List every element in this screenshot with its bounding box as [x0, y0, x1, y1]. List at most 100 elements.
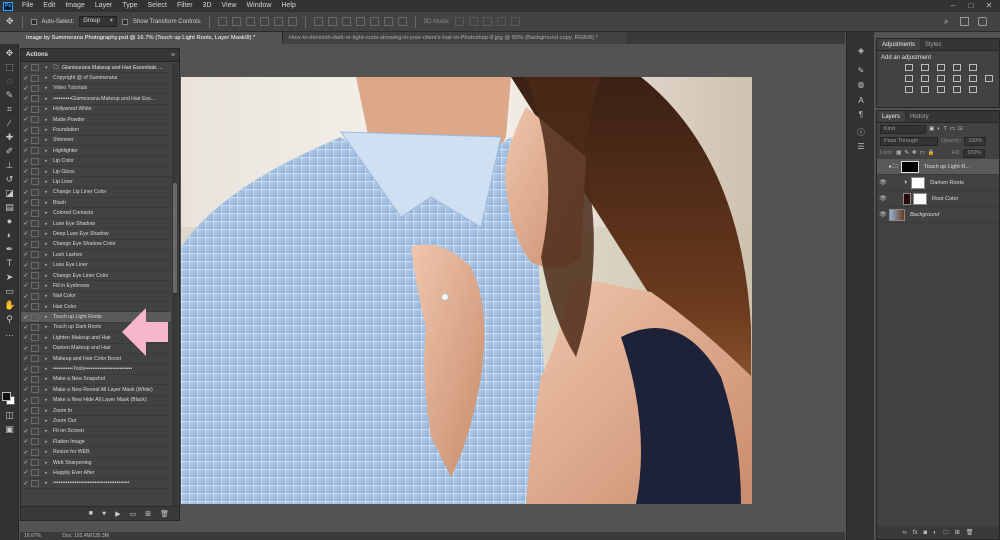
chevron-right-icon[interactable]: ▸ — [45, 241, 53, 247]
layer-row[interactable]: 👁 Root Color — [877, 191, 999, 207]
align-middle-icon[interactable] — [231, 17, 241, 26]
menu-3d[interactable]: 3D — [198, 0, 217, 12]
action-item[interactable]: ✓ ▸ Copyright @ of Summerana — [21, 73, 171, 84]
brightness-contrast-icon[interactable] — [905, 64, 913, 71]
action-check-icon[interactable]: ✓ — [21, 417, 31, 424]
vibrance-icon[interactable] — [969, 64, 977, 71]
layer-row[interactable]: ▸🗀 Touch up Light R... — [877, 159, 999, 175]
new-adjustment-icon[interactable]: ◐ — [933, 530, 937, 536]
visibility-icon[interactable]: 👁 — [877, 211, 889, 218]
quick-mask-icon[interactable]: ◫ — [4, 410, 15, 421]
dialog-toggle-box[interactable] — [31, 95, 39, 103]
type-tool-icon[interactable]: T — [4, 258, 15, 269]
action-check-icon[interactable]: ✓ — [21, 303, 31, 310]
action-item[interactable]: ✓ ▸ Lip Liner — [21, 177, 171, 188]
eraser-tool-icon[interactable]: ◪ — [4, 188, 15, 199]
chevron-right-icon[interactable]: ▸ — [45, 117, 53, 123]
3d-scale-icon[interactable] — [510, 17, 520, 26]
action-check-icon[interactable]: ✓ — [21, 314, 31, 321]
align-left-icon[interactable] — [259, 17, 269, 26]
dialog-toggle-box[interactable] — [31, 459, 39, 467]
action-item[interactable]: ✓ ▸ Colored Contacts — [21, 208, 171, 219]
chevron-right-icon[interactable]: ▸ — [45, 106, 53, 112]
filter-shape-icon[interactable]: ▭ — [950, 126, 955, 132]
3d-slide-icon[interactable] — [496, 17, 506, 26]
action-check-icon[interactable]: ✓ — [21, 210, 31, 217]
dialog-toggle-box[interactable] — [31, 407, 39, 415]
tab-layers[interactable]: Layers — [877, 111, 906, 122]
action-item[interactable]: ✓ ▸ Flatten Image — [21, 437, 171, 448]
chevron-right-icon[interactable]: ▸ — [45, 460, 53, 466]
dialog-toggle-box[interactable] — [31, 427, 39, 435]
menu-filter[interactable]: Filter — [172, 0, 198, 12]
action-item[interactable]: ✓ ▸ Change Lip Liner Color — [21, 188, 171, 199]
chevron-right-icon[interactable]: ▸ — [45, 231, 53, 237]
dialog-toggle-box[interactable] — [31, 272, 39, 279]
opacity-input[interactable]: 100% — [964, 136, 987, 146]
action-check-icon[interactable]: ✓ — [21, 397, 31, 404]
chevron-right-icon[interactable]: ▸ — [45, 304, 53, 310]
action-item[interactable]: ✓ ▸ Lip Gloss — [21, 167, 171, 178]
action-check-icon[interactable]: ✓ — [21, 178, 31, 185]
properties-icon[interactable]: ☰ — [856, 142, 866, 152]
menu-type[interactable]: Type — [117, 0, 142, 12]
action-item[interactable]: ✓ ▾ 🗀 Glamourana Makeup and Hair Essentials… — [21, 63, 171, 74]
align-bottom-icon[interactable] — [245, 17, 255, 26]
chevron-right-icon[interactable]: ▸ — [45, 179, 53, 185]
record-icon[interactable]: ● — [102, 510, 106, 517]
action-item[interactable]: ✓ ▸ ••••••••••••••••••••••••••••••••••••••… — [21, 479, 171, 490]
gradient-map-icon[interactable] — [953, 86, 961, 93]
share-icon[interactable] — [978, 17, 987, 26]
clone-stamp-tool-icon[interactable]: ⊥ — [4, 160, 15, 171]
selective-color-icon[interactable] — [969, 86, 977, 93]
rectangle-tool-icon[interactable]: ▭ — [4, 286, 15, 297]
action-item[interactable]: ✓ ▸ Make a New Reveal All Layer Mask (Whit… — [21, 385, 171, 396]
dialog-toggle-box[interactable] — [31, 313, 39, 321]
dialog-toggle-box[interactable] — [31, 282, 39, 290]
action-item[interactable]: ✓ ▸ Resize for WEB — [21, 447, 171, 458]
blend-mode-dropdown[interactable]: Pass Through — [880, 136, 938, 146]
chevron-right-icon[interactable]: ▸ — [45, 387, 53, 393]
3d-drag-icon[interactable] — [482, 17, 492, 26]
action-item[interactable]: ✓ ▸ Nail Color — [21, 292, 171, 302]
exposure-icon[interactable] — [953, 64, 961, 71]
auto-select-checkbox[interactable] — [30, 18, 37, 25]
align-top-icon[interactable] — [217, 17, 227, 26]
dialog-toggle-box[interactable] — [31, 188, 39, 196]
action-check-icon[interactable]: ✓ — [21, 376, 31, 383]
lock-artboard-icon[interactable]: ▭ — [920, 150, 925, 156]
dialog-toggle-box[interactable] — [31, 396, 39, 404]
workspace-icon[interactable] — [960, 17, 969, 26]
zoom-tool-icon[interactable]: ⚲ — [4, 314, 15, 325]
3d-rotate-icon[interactable] — [454, 17, 464, 26]
layer-thumbnail[interactable] — [889, 208, 905, 221]
action-item[interactable]: ✓ ▸ Change Eye Shadow Color — [21, 240, 171, 251]
action-item[interactable]: ✓ ▸ Zoom Out — [21, 416, 171, 427]
filter-pixel-icon[interactable]: ▣ — [929, 126, 934, 132]
lock-image-icon[interactable]: ✎ — [904, 150, 909, 156]
chevron-right-icon[interactable]: ▸ — [45, 335, 53, 341]
action-check-icon[interactable]: ✓ — [21, 262, 31, 269]
transform-controls-checkbox[interactable] — [121, 18, 128, 25]
dialog-toggle-box[interactable] — [31, 199, 39, 207]
layer-row[interactable]: 👁 Background — [877, 207, 999, 223]
lock-all-icon[interactable]: 🔒 — [928, 150, 935, 156]
dialog-toggle-box[interactable] — [31, 126, 39, 134]
dialog-toggle-box[interactable] — [31, 136, 39, 144]
dialog-toggle-box[interactable] — [31, 168, 39, 176]
photo-filter-icon[interactable] — [953, 75, 961, 82]
action-check-icon[interactable]: ✓ — [21, 480, 31, 487]
dialog-toggle-box[interactable] — [31, 334, 39, 342]
action-check-icon[interactable]: ✓ — [21, 75, 31, 82]
dialog-toggle-box[interactable] — [31, 157, 39, 165]
chevron-right-icon[interactable]: ▸ — [45, 345, 53, 351]
align-right-icon[interactable] — [287, 17, 297, 26]
action-item[interactable]: ✓ ▸ Luxe Eye Liner — [21, 260, 171, 271]
distribute-right-icon[interactable] — [383, 17, 393, 26]
history-panel-icon[interactable]: ◈ — [856, 46, 866, 56]
action-check-icon[interactable]: ✓ — [21, 127, 31, 134]
play-icon[interactable]: ▶ — [115, 510, 120, 518]
search-icon[interactable]: ⌕ — [944, 17, 948, 27]
dialog-toggle-box[interactable] — [31, 323, 39, 331]
action-item[interactable]: ✓ ▸ Video Tutorials — [21, 84, 171, 95]
